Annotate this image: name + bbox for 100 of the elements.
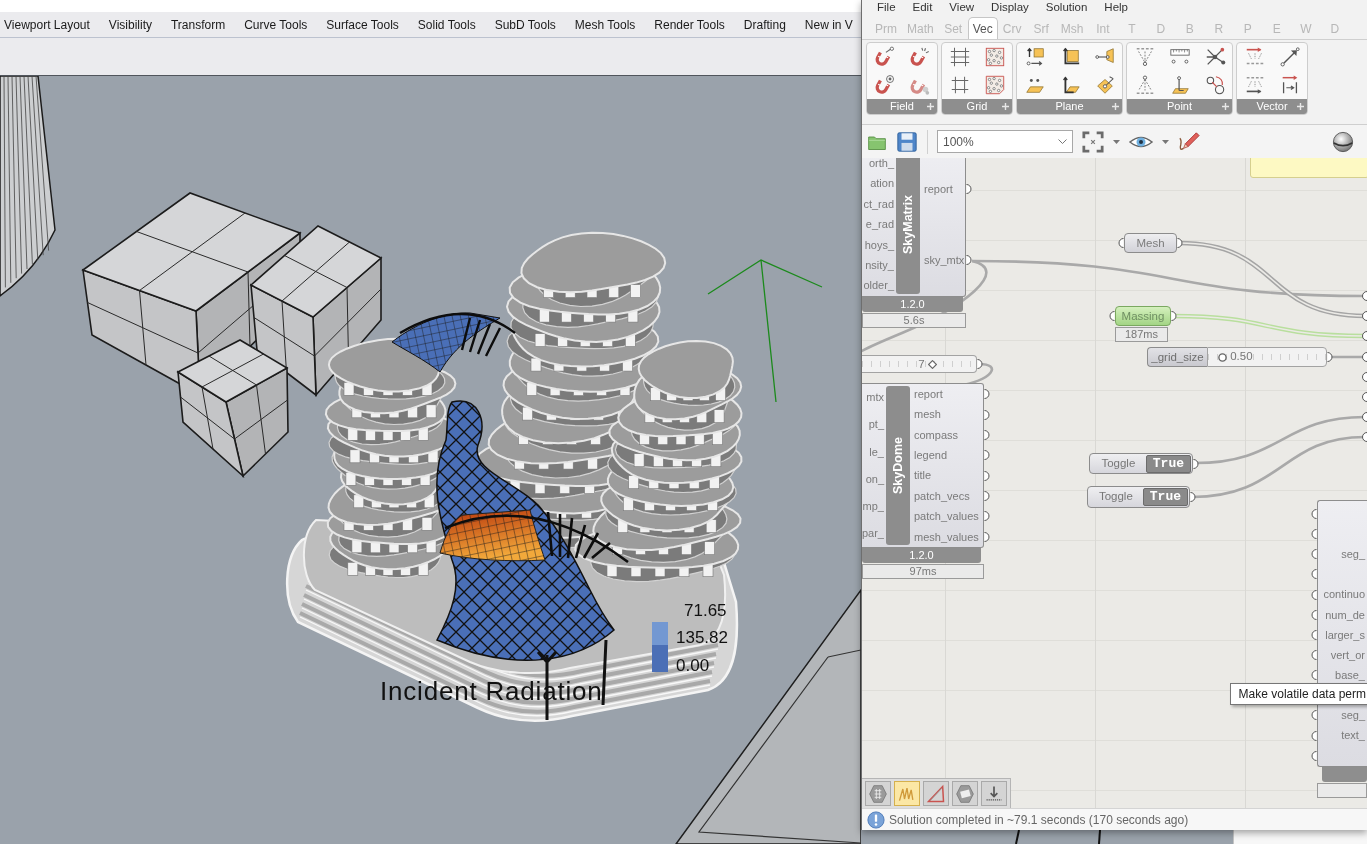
slider-track[interactable]: 0.50 [1207, 347, 1327, 367]
dotted-square-icon[interactable] [983, 46, 1006, 68]
sketch-pen-icon[interactable] [1178, 130, 1200, 153]
port-icon[interactable] [1311, 609, 1317, 620]
expand-icon[interactable] [1297, 103, 1304, 110]
slider-grip-icon[interactable] [928, 359, 938, 369]
port-icon[interactable] [1311, 750, 1317, 761]
port-icon[interactable] [1311, 670, 1317, 681]
ribbon-tab[interactable]: Curve Tools [244, 15, 308, 34]
toggle-value[interactable]: True [1145, 454, 1191, 473]
port-icon[interactable] [984, 470, 990, 481]
port-icon[interactable] [984, 409, 990, 420]
expand-icon[interactable] [1112, 103, 1119, 110]
expand-icon[interactable] [1002, 103, 1009, 110]
output-label: report [914, 386, 943, 402]
input-label: mp_ [862, 498, 884, 514]
port-icon[interactable] [1311, 549, 1317, 560]
save-icon[interactable] [896, 130, 918, 153]
port-icon[interactable] [1177, 238, 1183, 248]
input-label: text_ [1341, 728, 1365, 744]
menu-item[interactable]: File [877, 0, 896, 14]
square-arrow-icon[interactable] [1023, 46, 1046, 68]
port-icon[interactable] [1311, 509, 1317, 520]
port-icon[interactable] [977, 359, 983, 369]
port-icon[interactable] [1327, 352, 1333, 362]
caret-icon[interactable] [1162, 139, 1169, 144]
menu-item[interactable]: View [949, 0, 975, 14]
param-node[interactable]: Mesh [1124, 233, 1177, 253]
magnet-icon[interactable] [873, 46, 896, 68]
toggle-node[interactable]: Toggle True [1087, 486, 1190, 508]
port-icon[interactable] [1193, 458, 1199, 469]
port-icon[interactable] [1311, 629, 1317, 640]
port-icon[interactable] [984, 389, 990, 400]
slider-track[interactable]: 7 [862, 355, 977, 373]
toggle-node[interactable]: Toggle True [1089, 453, 1193, 474]
port-icon[interactable] [1109, 311, 1115, 321]
slider-grip-icon[interactable] [1217, 352, 1227, 362]
version-bar [1322, 767, 1367, 782]
port-icon[interactable] [1171, 311, 1177, 321]
port-icon[interactable] [966, 183, 972, 194]
port-icon[interactable] [984, 450, 990, 461]
expand-icon[interactable] [927, 103, 934, 110]
magnet-icon[interactable] [908, 46, 931, 68]
panel-label: Grid [965, 100, 989, 113]
menu-item[interactable]: Help [1104, 0, 1128, 14]
port-icon[interactable] [1311, 589, 1317, 600]
port-icon[interactable] [984, 429, 990, 440]
port-icon[interactable] [1311, 730, 1317, 741]
port-icon[interactable] [1311, 569, 1317, 580]
input-label: hoys_ [864, 237, 894, 253]
input-label: e_rad [865, 217, 894, 233]
magnet-icon[interactable] [873, 74, 896, 96]
port-icon[interactable] [1311, 650, 1317, 661]
port-icon[interactable] [1118, 238, 1124, 248]
toggle-value[interactable]: True [1142, 488, 1188, 506]
port-icon[interactable] [984, 531, 990, 542]
expand-icon[interactable] [1222, 103, 1229, 110]
output-label: legend [914, 448, 948, 464]
ribbon-tab[interactable]: Drafting [743, 15, 786, 34]
input-label: continuo [1323, 587, 1365, 603]
model-edge-drawing [1015, 830, 1020, 844]
caret-icon[interactable] [1058, 139, 1067, 144]
port-icon[interactable] [1190, 492, 1196, 502]
ribbon-tab[interactable]: Render Tools [654, 15, 725, 34]
zoom-dropdown[interactable]: 100% [937, 130, 1073, 153]
toggle-label: Toggle [1100, 455, 1137, 471]
menu-item[interactable]: Display [991, 0, 1029, 14]
port-icon[interactable] [984, 511, 990, 522]
input-label: on_ [865, 471, 884, 487]
ribbon-tab[interactable]: Surface Tools [326, 15, 399, 34]
port-icon[interactable] [966, 255, 972, 266]
panel-label: Point [1165, 100, 1194, 113]
zoom-extents-icon[interactable] [1082, 130, 1104, 153]
ribbon-tab[interactable]: Visibility [108, 15, 152, 34]
ribbon-tab[interactable]: Transform [170, 15, 226, 34]
output-label: sky_mtx [924, 253, 965, 268]
port-icon[interactable] [1311, 710, 1317, 721]
input-label: le_ [869, 444, 884, 460]
ribbon-tab[interactable]: Mesh Tools [574, 15, 636, 34]
output-label: title [914, 468, 932, 484]
output-label: patch_vecs [914, 488, 970, 504]
ribbon-tab[interactable]: Viewport Layout [4, 15, 90, 34]
output-label: mesh [914, 407, 941, 423]
diagonal-arrow-icon[interactable] [1278, 46, 1301, 68]
ribbon-tab[interactable]: Solid Tools [417, 15, 476, 34]
param-node[interactable]: Massing [1115, 306, 1171, 326]
status-text: Solution completed in ~79.1 seconds (170 seconds ago) [889, 811, 1189, 829]
input-label: mtx [866, 390, 884, 406]
ribbon-tab[interactable]: Vec [967, 17, 998, 39]
menu-item[interactable]: Edit [912, 0, 933, 14]
input-label: num_de [1325, 607, 1365, 623]
port-icon[interactable] [1311, 529, 1317, 540]
menu-item[interactable]: Solution [1045, 0, 1088, 14]
grid-icon[interactable] [948, 46, 971, 68]
caret-icon[interactable] [1113, 139, 1120, 144]
port-icon[interactable] [984, 491, 990, 502]
sphere-icon[interactable] [1332, 130, 1354, 153]
ribbon-tab[interactable]: New in V [804, 15, 853, 34]
ribbon-tab[interactable]: SubD Tools [494, 15, 556, 34]
component-title: SkyDome [886, 386, 910, 545]
